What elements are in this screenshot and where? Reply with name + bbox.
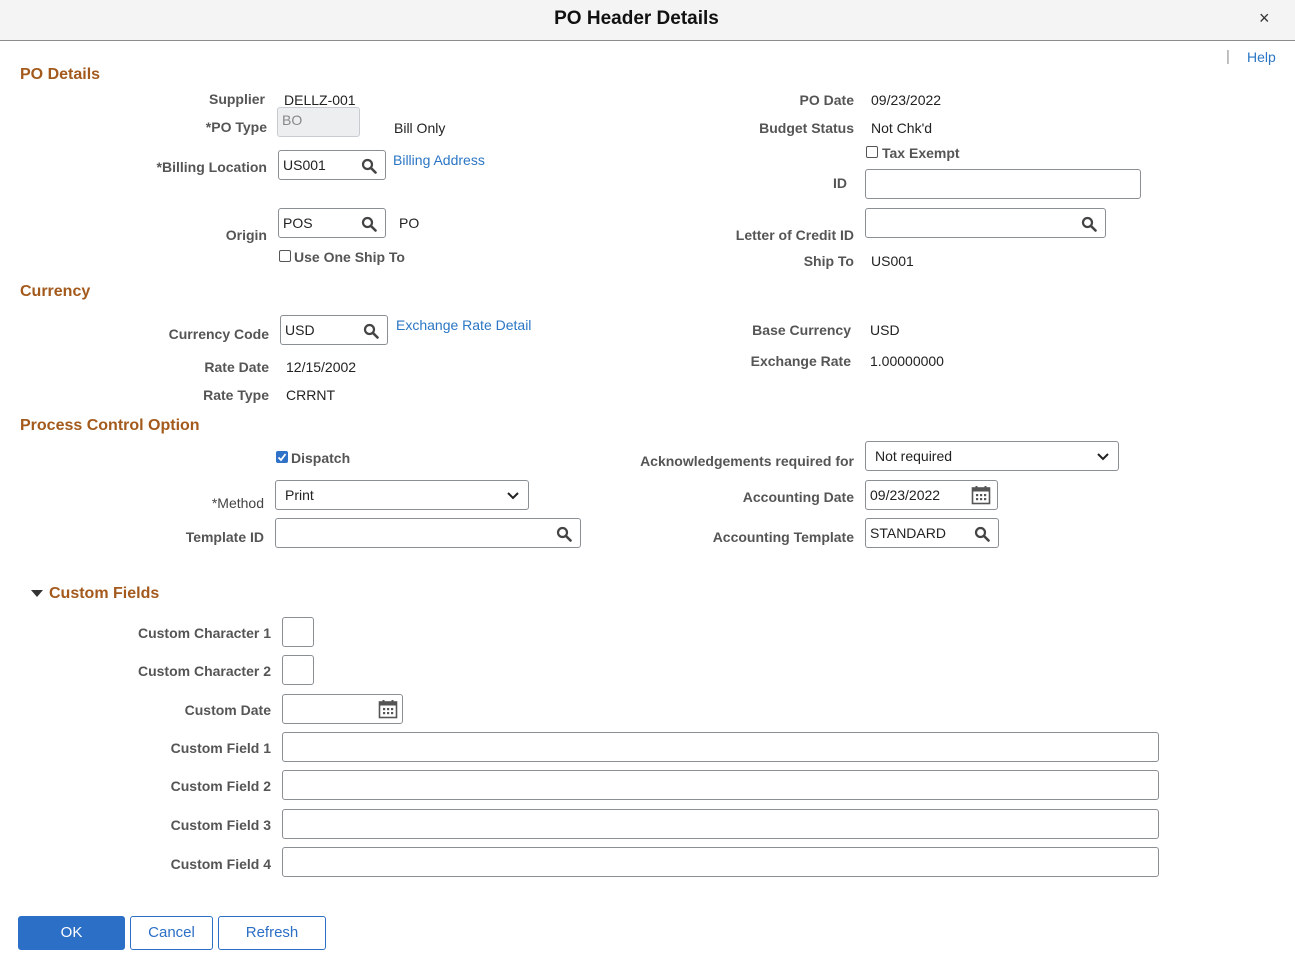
custom-character-1-input[interactable] bbox=[282, 617, 314, 647]
accounting-date-input[interactable]: 09/23/2022 bbox=[865, 480, 998, 510]
use-one-ship-to-checkbox[interactable] bbox=[279, 250, 291, 262]
method-label: *Method bbox=[211, 495, 264, 511]
custom-date-label: Custom Date bbox=[184, 702, 271, 718]
custom-field-1-input[interactable] bbox=[282, 732, 1159, 762]
exchange-rate-label: Exchange Rate bbox=[750, 353, 851, 369]
dispatch-label: Dispatch bbox=[291, 450, 351, 466]
search-icon[interactable] bbox=[556, 526, 572, 542]
acknowledgements-value: Not required bbox=[875, 448, 953, 464]
custom-character-1-label: Custom Character 1 bbox=[137, 625, 271, 641]
id-input[interactable] bbox=[865, 169, 1141, 199]
custom-field-1-label: Custom Field 1 bbox=[170, 740, 271, 756]
po-type-description: Bill Only bbox=[394, 120, 446, 136]
tax-exempt-checkbox[interactable] bbox=[866, 146, 878, 158]
section-po-details: PO Details bbox=[20, 66, 101, 83]
base-currency-label: Base Currency bbox=[752, 322, 851, 338]
po-date-value: 09/23/2022 bbox=[871, 92, 942, 108]
po-type-field: BO bbox=[277, 107, 360, 137]
custom-field-3-label: Custom Field 3 bbox=[170, 817, 271, 833]
search-icon[interactable] bbox=[361, 158, 377, 174]
currency-code-value: USD bbox=[285, 322, 315, 338]
ok-button[interactable]: OK bbox=[18, 916, 125, 950]
accounting-template-input[interactable]: STANDARD bbox=[865, 518, 999, 548]
accounting-template-label: Accounting Template bbox=[712, 529, 854, 545]
billing-address-link[interactable]: Billing Address bbox=[393, 152, 485, 168]
use-one-ship-to-label: Use One Ship To bbox=[294, 249, 405, 265]
po-date-label: PO Date bbox=[799, 92, 854, 108]
search-icon[interactable] bbox=[363, 323, 379, 339]
origin-description: PO bbox=[399, 215, 420, 231]
exchange-rate-value: 1.00000000 bbox=[870, 353, 944, 369]
rate-type-value: CRRNT bbox=[286, 387, 335, 403]
collapse-triangle-icon[interactable] bbox=[31, 590, 43, 597]
base-currency-value: USD bbox=[870, 322, 900, 338]
accounting-template-value: STANDARD bbox=[870, 525, 946, 541]
calendar-icon[interactable] bbox=[971, 485, 991, 505]
ship-to-value: US001 bbox=[871, 253, 914, 269]
billing-location-input[interactable]: US001 bbox=[278, 150, 386, 180]
template-id-input[interactable] bbox=[275, 518, 581, 548]
help-separator: | bbox=[1226, 48, 1230, 65]
method-value: Print bbox=[285, 487, 314, 503]
cancel-button[interactable]: Cancel bbox=[130, 916, 213, 950]
rate-date-value: 12/15/2002 bbox=[286, 359, 357, 375]
refresh-button[interactable]: Refresh bbox=[218, 916, 326, 950]
template-id-label: Template ID bbox=[185, 529, 264, 545]
budget-status-value: Not Chk'd bbox=[871, 120, 933, 136]
search-icon[interactable] bbox=[1081, 216, 1097, 232]
chevron-down-icon bbox=[506, 491, 520, 501]
currency-code-input[interactable]: USD bbox=[280, 315, 388, 345]
custom-field-2-label: Custom Field 2 bbox=[170, 778, 271, 794]
origin-value: POS bbox=[283, 215, 313, 231]
letter-of-credit-input[interactable] bbox=[865, 208, 1106, 238]
tax-exempt-label: Tax Exempt bbox=[882, 145, 960, 161]
origin-label: Origin bbox=[225, 227, 267, 243]
help-link[interactable]: Help bbox=[1247, 49, 1276, 65]
rate-type-label: Rate Type bbox=[203, 387, 269, 403]
method-select[interactable]: Print bbox=[275, 480, 529, 510]
accounting-date-label: Accounting Date bbox=[742, 489, 854, 505]
custom-field-3-input[interactable] bbox=[282, 809, 1159, 839]
billing-location-label: *Billing Location bbox=[156, 159, 267, 175]
section-process-control: Process Control Option bbox=[20, 417, 200, 434]
search-icon[interactable] bbox=[361, 216, 377, 232]
budget-status-label: Budget Status bbox=[759, 120, 854, 136]
custom-field-4-label: Custom Field 4 bbox=[170, 856, 271, 872]
exchange-rate-detail-link[interactable]: Exchange Rate Detail bbox=[396, 317, 531, 333]
po-type-value: BO bbox=[282, 112, 303, 128]
accounting-date-value: 09/23/2022 bbox=[870, 487, 941, 503]
acknowledgements-select[interactable]: Not required bbox=[865, 441, 1119, 471]
custom-field-4-input[interactable] bbox=[282, 847, 1159, 877]
origin-input[interactable]: POS bbox=[278, 208, 386, 238]
custom-character-2-input[interactable] bbox=[282, 655, 314, 685]
currency-code-label: Currency Code bbox=[168, 326, 269, 342]
acknowledgements-label: Acknowledgements required for bbox=[640, 453, 854, 469]
custom-date-input[interactable] bbox=[282, 694, 403, 724]
dialog-title: PO Header Details bbox=[554, 8, 719, 29]
supplier-label: Supplier bbox=[208, 91, 265, 107]
chevron-down-icon bbox=[1096, 452, 1110, 462]
supplier-value: DELLZ-001 bbox=[284, 92, 356, 108]
custom-field-2-input[interactable] bbox=[282, 770, 1159, 800]
custom-character-2-label: Custom Character 2 bbox=[137, 663, 271, 679]
letter-of-credit-label: Letter of Credit ID bbox=[735, 227, 854, 243]
calendar-icon[interactable] bbox=[378, 699, 398, 719]
id-label: ID bbox=[833, 175, 847, 191]
rate-date-label: Rate Date bbox=[204, 359, 269, 375]
po-type-label: *PO Type bbox=[205, 119, 267, 135]
checkmark-icon bbox=[276, 451, 288, 463]
search-icon[interactable] bbox=[974, 526, 990, 542]
section-currency: Currency bbox=[20, 283, 91, 300]
billing-location-value: US001 bbox=[283, 157, 326, 173]
dispatch-checkbox[interactable] bbox=[276, 451, 288, 463]
section-custom-fields[interactable]: Custom Fields bbox=[49, 585, 159, 603]
ship-to-label: Ship To bbox=[803, 253, 854, 269]
close-icon[interactable]: × bbox=[1259, 8, 1270, 29]
